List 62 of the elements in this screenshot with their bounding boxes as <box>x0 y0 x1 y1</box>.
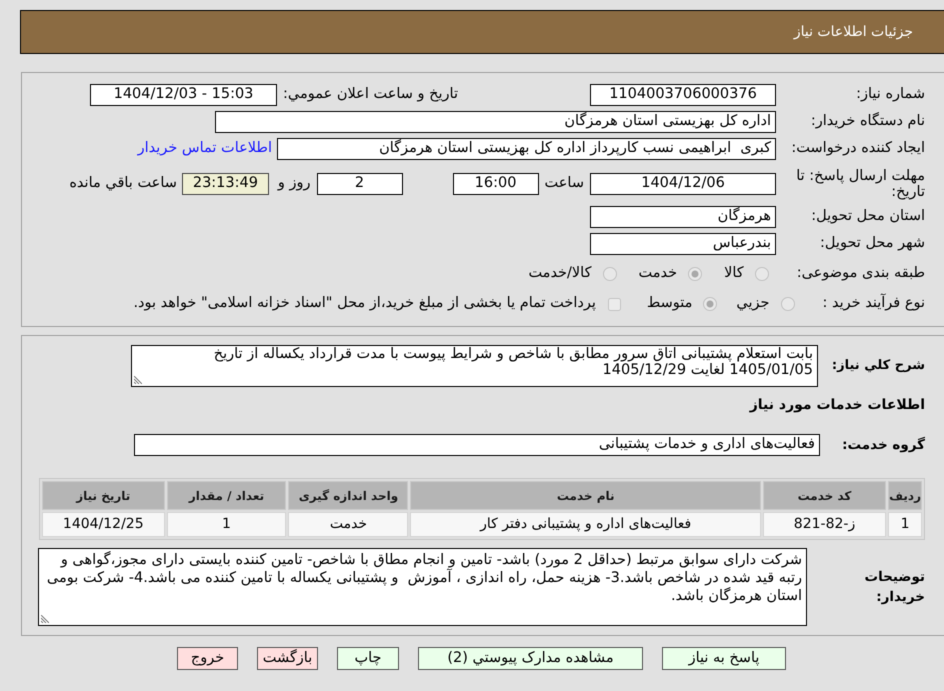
radio-button[interactable] <box>688 267 702 281</box>
remaining-time-display: 23:13:49 <box>182 173 269 195</box>
radio-label: متوسط <box>646 294 692 314</box>
action-button[interactable]: چاپ <box>337 647 399 670</box>
resize-grip-icon[interactable] <box>134 376 142 384</box>
radio-label: خدمت <box>638 264 678 284</box>
field-label: ساعت <box>544 174 584 194</box>
radio-label: کالا <box>724 264 744 284</box>
text-field[interactable]: 16:00 <box>452 173 539 195</box>
field-label: نام دستگاه خريدار: <box>810 111 925 131</box>
text-field[interactable]: 1404/12/06 <box>590 173 776 195</box>
column-header: واحد اندازه گیری <box>288 481 408 510</box>
column-header: کد خدمت <box>762 481 886 510</box>
radio-button[interactable] <box>602 267 616 281</box>
table-cell: ز-82-821 <box>762 512 886 537</box>
text-field[interactable]: فعالیت‌های اداری و خدمات پشتیبانی <box>134 434 820 456</box>
field-label: توضيحات خريدار: <box>864 568 925 607</box>
text-field[interactable]: کبری ابراهیمی نسب کارپرداز اداره کل بهزیستی استان هرمزگان <box>277 138 776 160</box>
section-heading: اطلاعات خدمات مورد نياز <box>750 396 925 414</box>
field-label: شرح کلي نياز: <box>832 357 925 376</box>
table-cell: 1404/12/25 <box>42 512 165 537</box>
table-cell: 1 <box>888 512 922 537</box>
checkbox-label: پرداخت تمام يا بخشی از مبلغ خريد،از محل "اسناد خزانه اسلامی" خواهد بود. <box>133 294 596 314</box>
radio-button[interactable] <box>754 267 769 281</box>
radio-button[interactable] <box>780 297 795 311</box>
radio-button[interactable] <box>703 297 718 311</box>
action-button[interactable]: بازگشت <box>257 647 318 670</box>
column-header: تاریخ نیاز <box>42 481 165 510</box>
table-cell: فعالیت‌های اداره و پشتیبانی دفتر کار <box>410 512 761 537</box>
field-label: روز و <box>278 174 311 194</box>
description-text-area[interactable]: بابت استعلام پشتیبانی اتاق سرور مطابق با شاخص و شرایط پیوست با مدت قرارداد یکساله از تاریخ 1405/01/05 لغایت 1405/12/29 <box>131 345 818 387</box>
resize-grip-icon[interactable] <box>41 615 49 623</box>
field-label: طبقه بندی موضوعی: <box>796 264 925 284</box>
page-title: جزئيات اطلاعات نياز <box>794 22 913 42</box>
field-label: تاريخ و ساعت اعلان عمومي: <box>283 84 458 104</box>
field-label: ايجاد کننده درخواست: <box>790 138 925 158</box>
field-label: شماره نياز: <box>855 84 925 104</box>
column-header: تعداد / مقدار <box>166 481 286 510</box>
column-header: ردیف <box>888 481 922 510</box>
notes-text-area[interactable]: شرکت دارای سوابق مرتبط (حداقل 2 مورد) باشد- تامین و انجام مطاق با شاخص- تامین کننده بایستی دارای مجوز،گواهی و رتبه قید شده در شاخص باشد.3- هزینه حمل، راه اندازی ، آموزش و پشتیبانی یکساله با تامین کننده می باشد.4- شرکت بومی استان هرمزگان باشد. <box>38 548 807 626</box>
text-field[interactable]: 1404/12/03 - 15:03 <box>90 84 277 106</box>
field-label: استان محل تحويل: <box>810 206 925 226</box>
field-label: نوع فرآيند خريد : <box>822 293 925 314</box>
text-field[interactable]: بندرعباس <box>590 232 776 254</box>
text-field[interactable]: هرمزگان <box>590 206 776 228</box>
text-field[interactable]: 2 <box>316 173 403 195</box>
table-cell: خدمت <box>288 512 408 537</box>
buyer-contact-link[interactable]: اطلاعات تماس خريدار <box>138 138 272 160</box>
field-label: ساعت باقي مانده <box>69 174 177 194</box>
checkbox[interactable] <box>608 298 621 310</box>
text-field[interactable]: اداره کل بهزیستی استان هرمزگان <box>215 110 776 132</box>
text-field[interactable]: 1104003706000376 <box>590 84 776 106</box>
action-button[interactable]: خروج <box>177 647 238 670</box>
table-cell: 1 <box>166 512 286 537</box>
action-button[interactable]: مشاهده مدارک پيوستي (2) <box>418 647 643 670</box>
field-label: شهر محل تحويل: <box>819 234 925 253</box>
column-header: نام خدمت <box>410 481 761 510</box>
field-label: مهلت ارسال پاسخ: تا تاريخ: <box>795 168 925 200</box>
action-button[interactable]: پاسخ به نياز <box>662 647 786 670</box>
radio-label: جزيي <box>736 294 770 314</box>
radio-label: کالا/خدمت <box>528 264 592 284</box>
field-label: گروه خدمت: <box>842 436 925 455</box>
